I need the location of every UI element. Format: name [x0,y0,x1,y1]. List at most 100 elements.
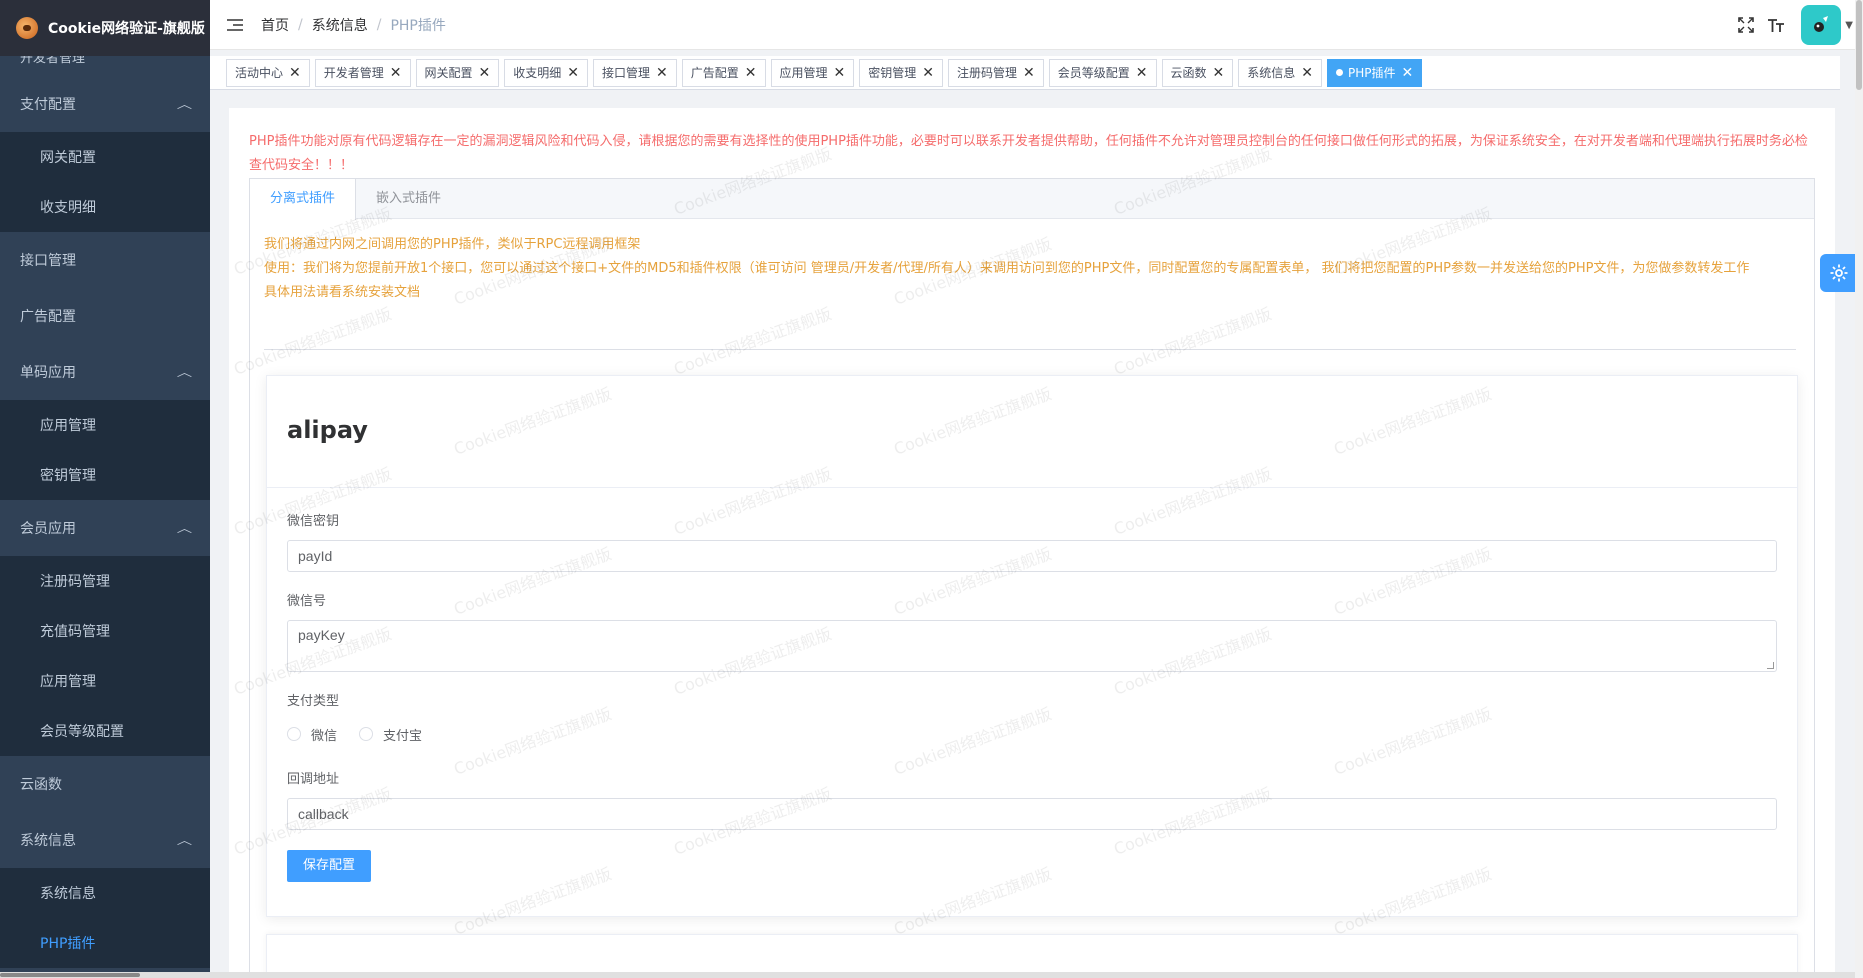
tag-label: PHP插件 [1348,66,1396,80]
navbar: 首页 / 系统信息 / PHP插件 ▼ [210,0,1863,50]
chevron-up-icon: ︿ [176,366,193,379]
close-icon[interactable]: ✕ [922,65,934,81]
divider [264,349,1796,350]
vertical-scrollbar[interactable] [1855,0,1863,978]
active-dot-icon [1336,69,1343,76]
pay-type-radio-group: 微信 支付宝 [287,724,1777,744]
tag-label: 活动中心 [235,66,284,80]
breadcrumb-system[interactable]: 系统信息 [312,15,368,35]
plugin-tabs: 分离式插件 嵌入式插件 我们将通过内网之间调用您的PHP插件，类似于RPC远程调… [249,178,1815,978]
info-line: 我们将通过内网之间调用您的PHP插件，类似于RPC远程调用框架 [264,237,641,252]
sidebar-group-label: 广告配置 [20,309,76,325]
tag-label: 收支明细 [513,66,562,80]
breadcrumb: 首页 / 系统信息 / PHP插件 [261,15,446,35]
tag-key-manage[interactable]: 密钥管理 ✕ [859,58,943,87]
save-config-button[interactable]: 保存配置 [287,850,372,882]
sidebar-item-system-info[interactable]: 系统信息 [0,868,210,918]
tag-label: 会员等级配置 [1057,66,1130,80]
close-icon[interactable]: ✕ [656,65,668,81]
callback-input[interactable]: callback [287,798,1777,830]
tag-developer[interactable]: 开发者管理 ✕ [314,58,411,87]
hamburger-icon[interactable] [227,18,243,31]
sidebar-item-app-manage[interactable]: 应用管理 [0,400,210,450]
font-size-icon[interactable] [1761,10,1791,40]
close-icon[interactable]: ✕ [567,65,579,81]
radio-circle-icon[interactable] [287,727,301,741]
tag-ledger[interactable]: 收支明细 ✕ [504,58,588,87]
tag-php-plugin[interactable]: PHP插件 ✕ [1327,58,1423,87]
gear-icon[interactable] [1820,254,1858,292]
sidebar-group-system[interactable]: 系统信息 ︿ [0,812,210,868]
sidebar-item-ledger[interactable]: 收支明细 [0,182,210,232]
close-icon[interactable]: ✕ [479,65,491,81]
sidebar-item-rechargecode[interactable]: 充值码管理 [0,606,210,656]
radio-alipay[interactable]: 支付宝 [359,725,422,744]
sidebar-item-member-app[interactable]: 应用管理 [0,656,210,706]
avatar[interactable] [1801,5,1842,45]
horizontal-scrollbar[interactable] [0,972,1855,978]
sidebar: Cookie网络验证-旗舰版 开发者管理 支付配置 ︿ 网关配置 收支明细 接口… [0,0,210,978]
sidebar-item-member-level[interactable]: 会员等级配置 [0,706,210,756]
sidebar-item-key-manage[interactable]: 密钥管理 [0,450,210,500]
close-icon[interactable]: ✕ [1136,65,1148,81]
account-textarea[interactable]: payKey [287,620,1777,672]
tag-label: 网关配置 [424,66,473,80]
tab-embedded-plugin[interactable]: 嵌入式插件 [356,179,461,219]
tabs-header: 分离式插件 嵌入式插件 [250,179,1814,220]
radio-label: 微信 [311,728,338,744]
tag-label: 开发者管理 [323,66,384,80]
sidebar-item-php-plugin[interactable]: PHP插件 [0,918,210,968]
sidebar-item-regcode[interactable]: 注册码管理 [0,556,210,606]
secret-input[interactable]: payId [287,540,1777,572]
sidebar-item-gateway[interactable]: 网关配置 [0,132,210,182]
sidebar-item-api[interactable]: 接口管理 [0,232,210,288]
caret-down-icon[interactable]: ▼ [1845,20,1853,31]
tag-api[interactable]: 接口管理 ✕ [593,58,677,87]
sidebar-group-label: 云函数 [20,777,62,793]
tag-regcode[interactable]: 注册码管理 ✕ [948,58,1044,87]
tag-label: 密钥管理 [868,66,917,80]
breadcrumb-home[interactable]: 首页 [261,15,289,35]
tag-label: 应用管理 [779,66,828,80]
tab-separate-plugin[interactable]: 分离式插件 [250,179,357,220]
app-root: Cookie网络验证-旗舰版 开发者管理 支付配置 ︿ 网关配置 收支明细 接口… [0,0,1863,978]
info-line: 具体用法请看系统安装文档 [264,285,421,300]
submenu-single-code: 应用管理 密钥管理 [0,400,210,500]
close-icon[interactable]: ✕ [289,65,301,81]
close-icon[interactable]: ✕ [834,65,846,81]
tag-cloud-func[interactable]: 云函数 ✕ [1161,58,1234,87]
sidebar-item-ads[interactable]: 广告配置 [0,288,210,344]
close-icon[interactable]: ✕ [1402,65,1414,81]
close-icon[interactable]: ✕ [390,65,402,81]
sidebar-group-single-code[interactable]: 单码应用 ︿ [0,344,210,400]
sidebar-group-label: 接口管理 [20,253,76,269]
sidebar-group-member[interactable]: 会员应用 ︿ [0,500,210,556]
sidebar-group-label: 支付配置 [20,97,76,113]
sidebar-item-cloud-func[interactable]: 云函数 [0,756,210,812]
tag-member-level[interactable]: 会员等级配置 ✕ [1048,58,1157,87]
sidebar-group-payment[interactable]: 支付配置 ︿ [0,76,210,132]
tag-label: 云函数 [1170,66,1207,80]
chevron-up-icon: ︿ [176,98,193,111]
radio-circle-icon[interactable] [359,727,374,741]
sidebar-item-cut[interactable]: 开发者管理 [0,56,210,76]
submenu-member: 注册码管理 充值码管理 应用管理 会员等级配置 [0,556,210,756]
tag-system-info[interactable]: 系统信息 ✕ [1238,58,1322,87]
fullscreen-icon[interactable] [1731,10,1761,40]
tag-ads[interactable]: 广告配置 ✕ [681,58,766,87]
radio-wechat[interactable]: 微信 [287,725,337,744]
scrollbar-thumb[interactable] [1856,0,1862,90]
logo[interactable]: Cookie网络验证-旗舰版 [0,0,210,56]
sidebar-group-label: 系统信息 [20,833,76,849]
tag-gateway[interactable]: 网关配置 ✕ [415,58,500,87]
tag-activity[interactable]: 活动中心 ✕ [226,58,310,87]
close-icon[interactable]: ✕ [1213,65,1225,81]
close-icon[interactable]: ✕ [1301,65,1313,81]
chevron-up-icon: ︿ [176,522,193,535]
info-block: 我们将通过内网之间调用您的PHP插件，类似于RPC远程调用框架 使用：我们将为您… [264,233,1794,305]
tag-app-manage[interactable]: 应用管理 ✕ [770,58,855,87]
close-icon[interactable]: ✕ [1023,65,1035,81]
scrollbar-thumb[interactable] [0,973,140,977]
submenu-payment: 网关配置 收支明细 [0,132,210,232]
close-icon[interactable]: ✕ [745,65,757,81]
